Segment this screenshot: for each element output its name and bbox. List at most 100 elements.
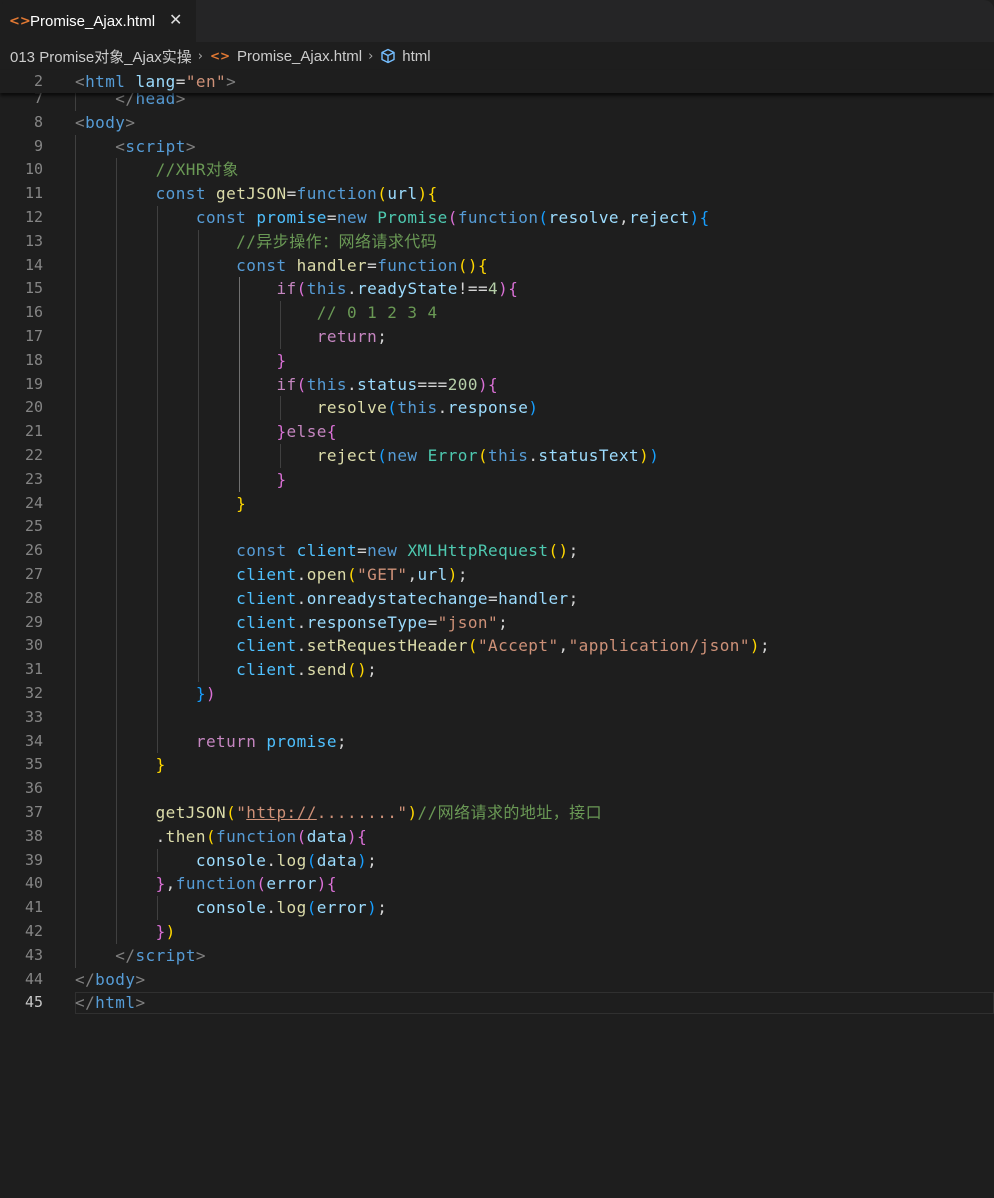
code-token: // 0 1 2 3 4: [316, 303, 438, 323]
code-token: const: [236, 541, 287, 561]
code-line[interactable]: 22 reject(new Error(this.statusText)): [0, 444, 994, 468]
code-line[interactable]: 30 client.setRequestHeader("Accept","app…: [0, 634, 994, 658]
code-token: }: [276, 469, 287, 489]
code-token: ): [689, 208, 700, 227]
code-line[interactable]: 20 resolve(this.response): [0, 396, 994, 420]
code-token: ): [649, 446, 660, 465]
code-line[interactable]: 15 if(this.readyState!==4){: [0, 277, 994, 301]
code-line[interactable]: 28 client.onreadystatechange=handler;: [0, 587, 994, 611]
line-number: 40: [24, 874, 43, 893]
indent-guide: [75, 134, 76, 968]
code-line[interactable]: 37 getJSON("http://........")//网络请求的地址，接…: [0, 801, 994, 825]
code-line[interactable]: 27 client.open("GET",url);: [0, 563, 994, 587]
breadcrumb-symbol[interactable]: html: [402, 48, 430, 65]
code-line[interactable]: 42 }): [0, 920, 994, 944]
code-token: XMLHttpRequest: [407, 541, 549, 561]
code-token: =: [427, 612, 438, 632]
code-token: data: [316, 850, 358, 870]
code-token: function: [457, 208, 539, 227]
tab-label: Promise_Ajax.html: [30, 12, 156, 30]
code-line[interactable]: 10 //XHR对象: [0, 158, 994, 182]
code-token: send: [306, 660, 347, 680]
code-token: ;: [367, 660, 378, 680]
code-token: if: [276, 279, 297, 299]
code-token: ): [558, 541, 569, 561]
code-line[interactable]: 31 client.send();: [0, 658, 994, 682]
code-line[interactable]: 17 return;: [0, 325, 994, 349]
code-token: const: [195, 208, 247, 227]
code-token: >: [125, 112, 136, 132]
close-icon[interactable]: ✕: [169, 10, 182, 29]
code-line[interactable]: 16 // 0 1 2 3 4: [0, 301, 994, 325]
code-line[interactable]: 39 console.log(data);: [0, 849, 994, 873]
code-text: client.responseType="json";: [75, 611, 508, 635]
code-token: {: [326, 874, 337, 894]
code-line[interactable]: 32 }): [0, 682, 994, 706]
code-line[interactable]: 8 <body>: [0, 111, 994, 135]
code-line[interactable]: 9 <script>: [0, 135, 994, 159]
code-line[interactable]: 18 }: [0, 349, 994, 373]
code-token: ): [367, 898, 378, 918]
code-token: handler: [498, 588, 569, 608]
line-number: 32: [24, 684, 43, 702]
code-token: error: [266, 874, 317, 894]
line-number: 22: [24, 446, 43, 464]
code-line[interactable]: 26 const client=new XMLHttpRequest();: [0, 539, 994, 563]
code-token: promise: [266, 731, 337, 751]
code-line[interactable]: 13 //异步操作：网络请求代码: [0, 230, 994, 254]
code-token: ;: [377, 898, 388, 918]
code-line[interactable]: 33: [0, 706, 994, 730]
code-token: .: [437, 398, 448, 418]
code-line[interactable]: 41 console.log(error);: [0, 896, 994, 920]
code-token: ": [236, 803, 247, 822]
code-token: }: [236, 493, 247, 513]
breadcrumb-folder[interactable]: 013 Promise对象_Ajax实操: [10, 46, 192, 67]
code-token: ): [447, 565, 458, 584]
code-line[interactable]: 44 </body>: [0, 968, 994, 992]
code-text: if(this.status===200){: [75, 373, 498, 397]
code-editor[interactable]: 2 <html lang="en"> 7 </head> 8 <body> 9 <sc…: [0, 70, 994, 1198]
line-number: 42: [24, 922, 43, 940]
code-token: ): [417, 184, 428, 204]
code-line[interactable]: 12 const promise=new Promise(function(re…: [0, 206, 994, 230]
code-line[interactable]: 45 </html>: [0, 991, 994, 1015]
code-token: =: [357, 541, 368, 561]
code-line[interactable]: 24 }: [0, 492, 994, 516]
code-token: }: [276, 350, 287, 370]
code-line[interactable]: 29 client.responseType="json";: [0, 611, 994, 635]
code-line[interactable]: 14 const handler=function(){: [0, 254, 994, 278]
code-token: .: [296, 565, 307, 584]
line-number: 26: [24, 541, 43, 560]
code-token: .: [266, 850, 277, 870]
sticky-scroll-line[interactable]: 2 <html lang="en">: [0, 70, 994, 93]
code-token: ,: [619, 208, 630, 227]
code-token: new: [387, 446, 418, 465]
code-line[interactable]: 34 return promise;: [0, 730, 994, 754]
breadcrumb-file[interactable]: Promise_Ajax.html: [237, 48, 362, 65]
code-line[interactable]: 11 const getJSON=function(url){: [0, 182, 994, 206]
code-line[interactable]: 35 }: [0, 753, 994, 777]
code-text: }: [75, 753, 166, 777]
line-number: 17: [24, 327, 43, 345]
code-line[interactable]: 25: [0, 515, 994, 539]
line-number: 16: [24, 303, 43, 322]
code-line[interactable]: 36: [0, 777, 994, 801]
code-token: function: [377, 255, 458, 275]
tab-promise-ajax[interactable]: <> Promise_Ajax.html ✕: [0, 0, 196, 42]
code-line[interactable]: 23 }: [0, 468, 994, 492]
code-token: "en": [185, 72, 227, 91]
code-line[interactable]: 43 </script>: [0, 944, 994, 968]
code-line[interactable]: 21 }else{: [0, 420, 994, 444]
code-token: ===: [417, 374, 448, 394]
code-line[interactable]: 40 },function(error){: [0, 872, 994, 896]
code-line[interactable]: 38 .then(function(data){: [0, 825, 994, 849]
line-number: 41: [24, 898, 43, 917]
code-token: ,: [407, 565, 418, 584]
code-token: ): [165, 922, 176, 941]
code-token: handler: [296, 255, 368, 275]
code-line[interactable]: 19 if(this.status===200){: [0, 373, 994, 397]
